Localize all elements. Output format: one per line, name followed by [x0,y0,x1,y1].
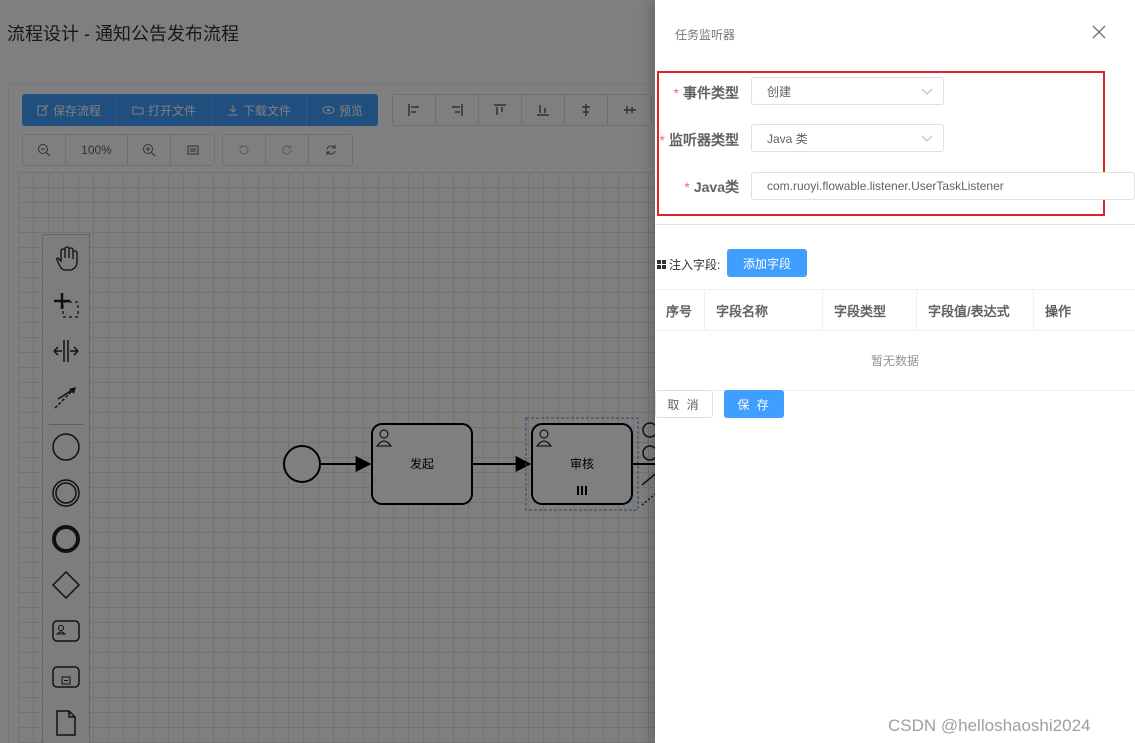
cancel-button[interactable]: 取 消 [655,390,713,418]
required-mark: * [684,179,690,195]
column-header: 操作 [1045,304,1072,319]
event-type-label: * 事件类型 [667,83,739,103]
chevron-down-icon [921,135,933,142]
column-header: 字段值/表达式 [917,290,1034,331]
event-type-label-text: 事件类型 [683,85,739,101]
event-type-select[interactable]: 创建 [751,77,944,105]
listener-type-label-text: 监听器类型 [669,132,739,148]
save-button[interactable]: 保 存 [724,390,784,418]
task-listener-drawer: 任务监听器 *事件类型 创建 *监听器类型 Java 类 *Java类 注入字段… [655,0,1135,743]
drawer-title: 任务监听器 [675,28,736,42]
close-button[interactable] [1089,22,1109,42]
add-field-button[interactable]: 添加字段 [727,249,807,277]
listener-type-value: Java 类 [767,131,808,146]
grid-icon [657,259,666,269]
empty-text: 暂无数据 [655,331,1135,391]
column-header: 序号 [655,290,705,331]
java-class-label: * Java类 [667,177,739,197]
fields-table: 序号 字段名称 字段类型 字段值/表达式 操作 暂无数据 [655,289,1135,391]
chevron-down-icon [921,88,933,95]
inject-fields-label: 注入字段: [657,256,720,273]
column-header: 字段类型 [823,290,917,331]
event-type-value: 创建 [767,84,792,99]
listener-type-select[interactable]: Java 类 [751,124,944,152]
inject-fields-text: 注入字段: [669,258,721,272]
java-class-input[interactable] [751,172,1135,200]
column-header: 字段名称 [705,290,823,331]
listener-type-label: * 监听器类型 [657,130,739,150]
required-mark: * [659,132,665,148]
close-icon [1092,25,1106,39]
required-mark: * [673,85,679,101]
form-divider [655,224,1135,225]
table-header: 序号 字段名称 字段类型 字段值/表达式 操作 [655,290,1135,331]
java-class-label-text: Java类 [693,179,739,195]
watermark: CSDN @helloshaoshi2024 [888,716,1091,735]
